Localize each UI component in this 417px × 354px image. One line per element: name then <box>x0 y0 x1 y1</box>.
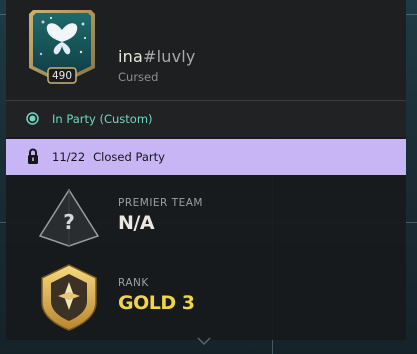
player-tooltip-card: 490 ina#luvly Cursed In Party (Custom) 1… <box>6 0 406 340</box>
player-name: ina#luvly <box>118 47 196 66</box>
premier-team-label: PREMIER TEAM <box>118 197 203 209</box>
party-label: Closed Party <box>93 150 165 164</box>
player-title: Cursed <box>118 70 159 84</box>
premier-team-value: N/A <box>118 212 155 234</box>
lock-icon <box>28 148 38 164</box>
premier-team-block: ? PREMIER TEAM N/A <box>6 180 406 260</box>
player-name-text: ina <box>118 47 143 66</box>
rank-value: GOLD 3 <box>118 292 195 314</box>
premier-unknown-icon: ? <box>38 188 100 247</box>
player-level-badge: 490 <box>51 70 73 82</box>
status-online-icon <box>26 112 39 125</box>
party-status-row: In Party (Custom) <box>6 101 406 137</box>
svg-text:?: ? <box>63 210 75 234</box>
chevron-down-icon[interactable] <box>196 336 212 346</box>
party-count: 11/22 <box>52 150 86 164</box>
rank-label: RANK <box>118 277 149 289</box>
party-info: 11/22 Closed Party <box>52 150 165 164</box>
gold-rank-icon <box>41 264 97 331</box>
party-status-text: In Party (Custom) <box>52 112 153 126</box>
player-tag: #luvly <box>143 47 196 66</box>
player-header: 490 ina#luvly Cursed <box>6 0 406 101</box>
closed-party-row: 11/22 Closed Party <box>6 139 406 175</box>
rank-block: RANK GOLD 3 <box>6 260 406 340</box>
